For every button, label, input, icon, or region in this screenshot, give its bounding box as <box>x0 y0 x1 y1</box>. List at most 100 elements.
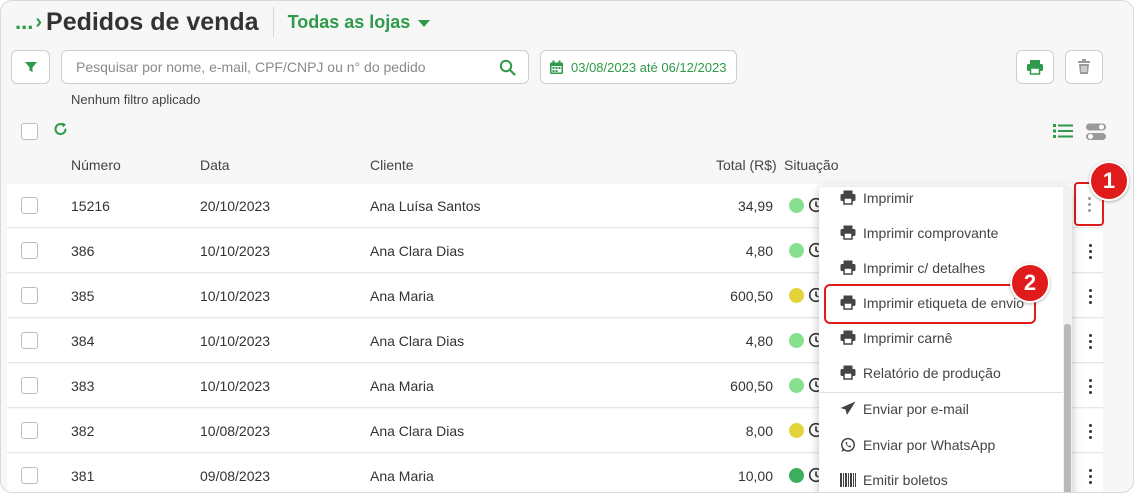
breadcrumb-chevron-icon: › <box>35 10 43 33</box>
page-header: ... › Pedidos de venda Todas as lojas <box>15 7 431 37</box>
printer-icon <box>839 260 857 275</box>
order-date: 20/10/2023 <box>200 198 271 214</box>
send-icon <box>839 401 857 416</box>
funnel-icon <box>24 62 37 72</box>
menu-scrollbar-thumb[interactable] <box>1064 324 1071 492</box>
header-divider <box>272 7 274 37</box>
menu-item-enviar-por-whatsapp[interactable]: Enviar por WhatsApp <box>819 427 1063 462</box>
app-frame: ... › Pedidos de venda Todas as lojas 03… <box>0 0 1134 493</box>
column-header-numero[interactable]: Número <box>71 157 121 173</box>
row-checkbox[interactable] <box>21 332 38 349</box>
whatsapp-icon <box>839 437 857 453</box>
menu-item-enviar-por-e-mail[interactable]: Enviar por e-mail <box>819 391 1063 426</box>
order-number: 381 <box>71 468 95 484</box>
order-date: 10/10/2023 <box>200 333 271 349</box>
refresh-icon[interactable] <box>53 121 68 137</box>
kebab-icon <box>1088 242 1092 260</box>
select-all-checkbox[interactable] <box>21 123 38 140</box>
column-header-total[interactable]: Total (R$) <box>716 157 777 173</box>
menu-item-emitir-boletos[interactable]: Emitir boletos <box>819 462 1063 492</box>
barcode-icon <box>839 472 857 487</box>
kebab-icon <box>1087 195 1091 213</box>
filter-button[interactable] <box>11 50 50 84</box>
calendar-icon <box>550 60 563 74</box>
menu-item-label: Relatório de produção <box>863 364 1001 381</box>
order-date: 10/10/2023 <box>200 378 271 394</box>
order-number: 382 <box>71 423 95 439</box>
row-checkbox[interactable] <box>21 287 38 304</box>
menu-item-label: Enviar por WhatsApp <box>863 436 996 453</box>
row-checkbox[interactable] <box>21 197 38 214</box>
step-badge-1: 1 <box>1089 161 1129 201</box>
order-total: 600,50 <box>730 378 773 394</box>
row-actions-button[interactable] <box>1077 283 1103 309</box>
menu-item-label: Imprimir comprovante <box>863 224 999 241</box>
order-date: 10/08/2023 <box>200 423 271 439</box>
menu-item-label: Enviar por e-mail <box>863 400 969 417</box>
delete-button[interactable] <box>1065 50 1103 84</box>
store-selector[interactable]: Todas as lojas <box>288 12 431 33</box>
search-input[interactable] <box>76 51 496 83</box>
list-view-icon[interactable] <box>1053 123 1073 139</box>
printer-icon <box>839 365 857 380</box>
status-dot <box>789 333 804 348</box>
row-checkbox[interactable] <box>21 467 38 484</box>
row-actions-button[interactable] <box>1077 418 1103 444</box>
menu-item-label: Imprimir c/ detalhes <box>863 259 986 276</box>
order-total: 4,80 <box>745 333 773 349</box>
menu-item-label: Imprimir <box>863 189 914 206</box>
order-total: 4,80 <box>745 243 773 259</box>
row-actions-button[interactable] <box>1077 328 1103 354</box>
order-client: Ana Clara Dias <box>370 243 465 259</box>
row-actions-button[interactable] <box>1077 238 1103 264</box>
order-date: 10/10/2023 <box>200 288 271 304</box>
order-client: Ana Maria <box>370 468 434 484</box>
order-number: 384 <box>71 333 95 349</box>
caret-down-icon <box>418 19 431 27</box>
page-title: Pedidos de venda <box>46 7 259 36</box>
toggle-settings-icon[interactable] <box>1086 123 1106 141</box>
row-checkbox[interactable] <box>21 422 38 439</box>
status-dot <box>789 378 804 393</box>
date-range-button[interactable]: 03/08/2023 até 06/12/2023 <box>540 50 737 84</box>
order-client: Ana Maria <box>370 288 434 304</box>
row-checkbox[interactable] <box>21 377 38 394</box>
print-button[interactable] <box>1016 50 1054 84</box>
menu-scrollbar-track[interactable] <box>1063 187 1072 492</box>
order-total: 8,00 <box>745 423 773 439</box>
printer-icon <box>1027 60 1043 75</box>
step-badge-2: 2 <box>1010 263 1050 303</box>
printer-icon <box>839 330 857 345</box>
order-date: 09/08/2023 <box>200 468 271 484</box>
menu-item-relatorio-de-producao[interactable]: Relatório de produção <box>819 355 1063 390</box>
menu-item-label: Imprimir carnê <box>863 329 953 346</box>
search-icon[interactable] <box>499 59 516 76</box>
menu-item-label: Emitir boletos <box>863 471 948 488</box>
highlight-box-shipping-label <box>824 284 1036 324</box>
row-actions-button[interactable] <box>1077 373 1103 399</box>
kebab-icon <box>1088 422 1092 440</box>
order-client: Ana Clara Dias <box>370 333 465 349</box>
kebab-icon <box>1088 377 1092 395</box>
status-dot <box>789 423 804 438</box>
menu-item-imprimir[interactable]: Imprimir <box>819 187 1063 215</box>
order-number: 386 <box>71 243 95 259</box>
row-actions-menu: Imprimir Imprimir comprovante Imprimir c/ … <box>819 187 1072 492</box>
menu-item-imprimir-carne[interactable]: Imprimir carnê <box>819 320 1063 355</box>
order-number: 383 <box>71 378 95 394</box>
row-actions-button[interactable] <box>1077 463 1103 489</box>
menu-divider <box>819 392 1063 393</box>
filter-status-text: Nenhum filtro aplicado <box>71 92 201 107</box>
status-dot <box>789 288 804 303</box>
column-header-cliente[interactable]: Cliente <box>370 157 414 173</box>
column-header-situacao[interactable]: Situação <box>784 157 838 173</box>
order-client: Ana Luísa Santos <box>370 198 481 214</box>
column-header-data[interactable]: Data <box>200 157 230 173</box>
breadcrumb-ellipsis[interactable]: ... <box>15 9 33 35</box>
row-checkbox[interactable] <box>21 242 38 259</box>
order-client: Ana Maria <box>370 378 434 394</box>
kebab-icon <box>1088 287 1092 305</box>
printer-icon <box>839 225 857 240</box>
order-total: 10,00 <box>737 468 773 484</box>
menu-item-imprimir-comprovante[interactable]: Imprimir comprovante <box>819 215 1063 250</box>
